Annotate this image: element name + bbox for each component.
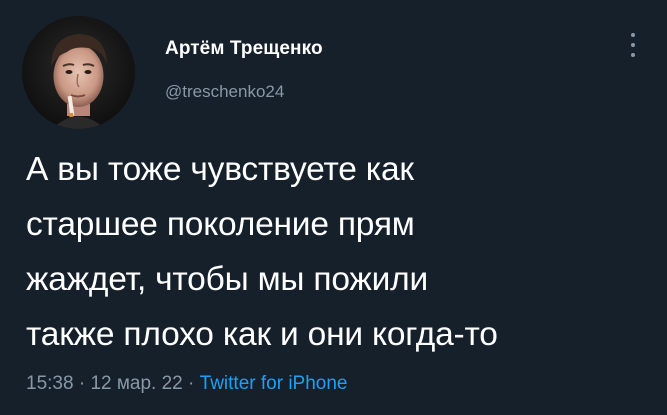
tweet-source-link[interactable]: Twitter for iPhone — [200, 373, 348, 394]
author-handle[interactable]: @treschenko24 — [165, 82, 284, 102]
tweet-text-line: А вы тоже чувствуете как — [26, 151, 414, 188]
tweet-text: А вы тоже чувствуете как старшее поколен… — [26, 142, 646, 362]
more-dot-icon — [631, 53, 635, 57]
tweet-text-line: также плохо как и они когда-то — [26, 316, 498, 353]
tweet-text-line: жаждет, чтобы мы пожили — [26, 261, 428, 298]
more-dot-icon — [631, 43, 635, 47]
more-dot-icon — [631, 33, 635, 37]
tweet-card: Артём Трещенко @treschenko24 А вы тоже ч… — [0, 0, 667, 415]
meta-separator: · — [78, 373, 86, 394]
author-name[interactable]: Артём Трещенко — [165, 38, 323, 60]
tweet-date[interactable]: 12 мар. 22 — [90, 373, 182, 394]
avatar-photo — [22, 16, 135, 129]
tweet-meta: 15:38 · 12 мар. 22 · Twitter for iPhone — [26, 373, 347, 395]
tweet-time[interactable]: 15:38 — [26, 373, 74, 394]
tweet-text-line: старшее поколение прям — [26, 206, 415, 243]
avatar[interactable] — [22, 16, 135, 129]
meta-separator: · — [188, 373, 195, 394]
more-vertical-icon[interactable] — [629, 33, 637, 63]
